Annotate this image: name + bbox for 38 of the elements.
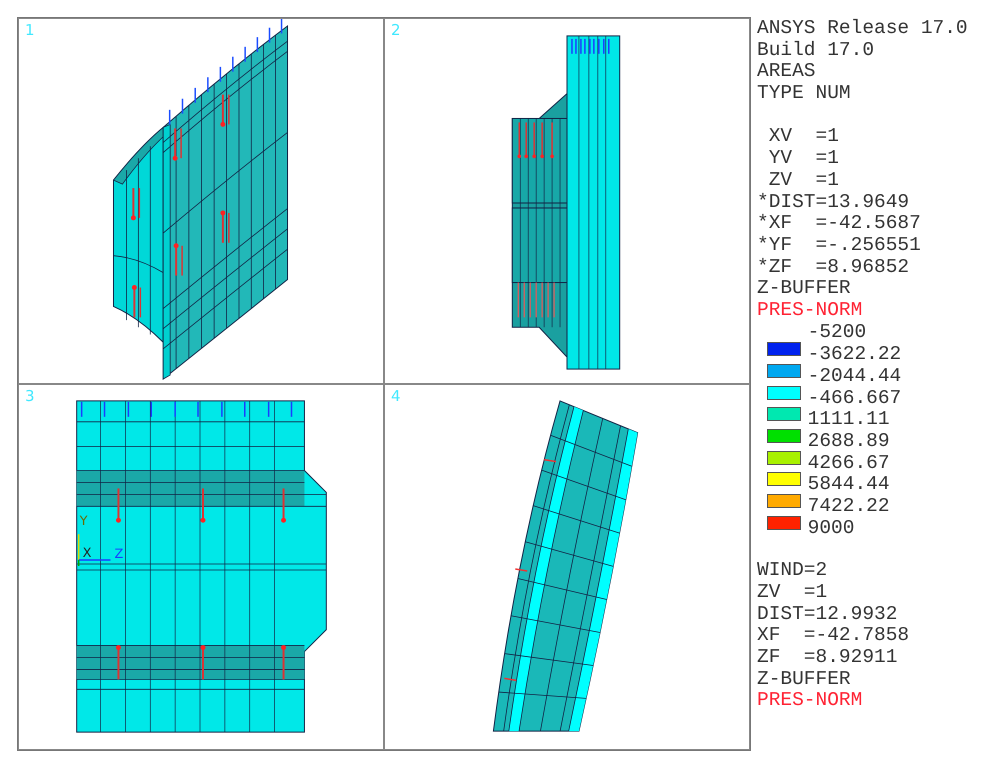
view-setting: ZV =1 bbox=[757, 582, 828, 604]
axis-label: Y bbox=[80, 514, 88, 530]
legend-value: 9000 bbox=[808, 516, 856, 539]
view-setting: YV =1 bbox=[768, 148, 840, 170]
info-line: TYPE NUM bbox=[757, 83, 852, 105]
axis-label: X bbox=[82, 546, 92, 562]
axis-triad-icon bbox=[78, 534, 110, 566]
load-label: PRES-NORM bbox=[757, 690, 864, 712]
render-mode: Z-BUFFER bbox=[757, 668, 852, 690]
legend-value: -2044.44 bbox=[808, 364, 902, 387]
view-setting: XV =1 bbox=[768, 126, 840, 148]
legend-value: 2688.89 bbox=[808, 430, 891, 452]
viewport-number: 4 bbox=[391, 387, 401, 405]
viewport-number: 2 bbox=[391, 21, 401, 39]
legend-value: 4266.67 bbox=[808, 452, 891, 474]
view-setting: *ZF =8.96852 bbox=[757, 256, 910, 278]
legend-value: 1111.11 bbox=[808, 408, 891, 430]
axis-label: Z bbox=[114, 547, 124, 562]
info-line: Build 17.0 bbox=[757, 40, 876, 62]
legend-value: -5200 bbox=[808, 321, 868, 344]
info-line: AREAS bbox=[757, 61, 817, 84]
view-setting: DIST=12.9932 bbox=[757, 604, 898, 626]
info-line: ANSYS Release 17.0 bbox=[757, 18, 968, 40]
view-setting: *DIST=13.9649 bbox=[757, 192, 910, 214]
legend-value: -3622.22 bbox=[808, 343, 902, 366]
view-setting: ZF =8.92911 bbox=[757, 646, 898, 669]
legend-value: -466.667 bbox=[808, 386, 902, 409]
viewport-number: 3 bbox=[25, 387, 35, 405]
view-setting: *XF =-42.5687 bbox=[757, 213, 922, 235]
legend-value: 5844.44 bbox=[808, 473, 891, 496]
legend-value: 7422.22 bbox=[808, 494, 891, 517]
render-mode: Z-BUFFER bbox=[757, 278, 852, 300]
viewport-number: 1 bbox=[25, 21, 35, 39]
view-setting: *YF =-.256551 bbox=[757, 234, 922, 257]
view-setting: XF =-42.7858 bbox=[757, 625, 910, 647]
view-setting: ZV =1 bbox=[768, 170, 840, 192]
view-setting: WIND=2 bbox=[757, 560, 828, 582]
load-label: PRES-NORM bbox=[757, 300, 864, 322]
